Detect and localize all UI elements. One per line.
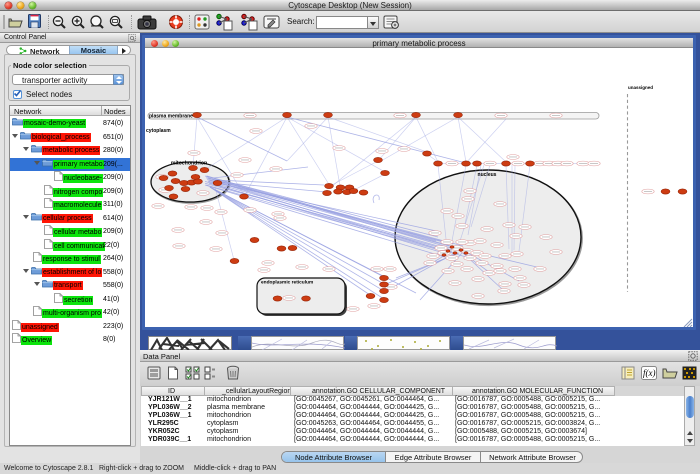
svg-text:nucleus: nucleus [478,172,497,178]
svg-text:plasma membrane: plasma membrane [149,114,193,120]
svg-text:f(x): f(x) [643,368,656,378]
svg-text:endoplasmic reticulum: endoplasmic reticulum [261,280,313,286]
svg-text:cytoplasm: cytoplasm [146,128,171,134]
svg-text:unassigned: unassigned [628,85,653,90]
svg-text:mitochondrion: mitochondrion [171,161,207,167]
